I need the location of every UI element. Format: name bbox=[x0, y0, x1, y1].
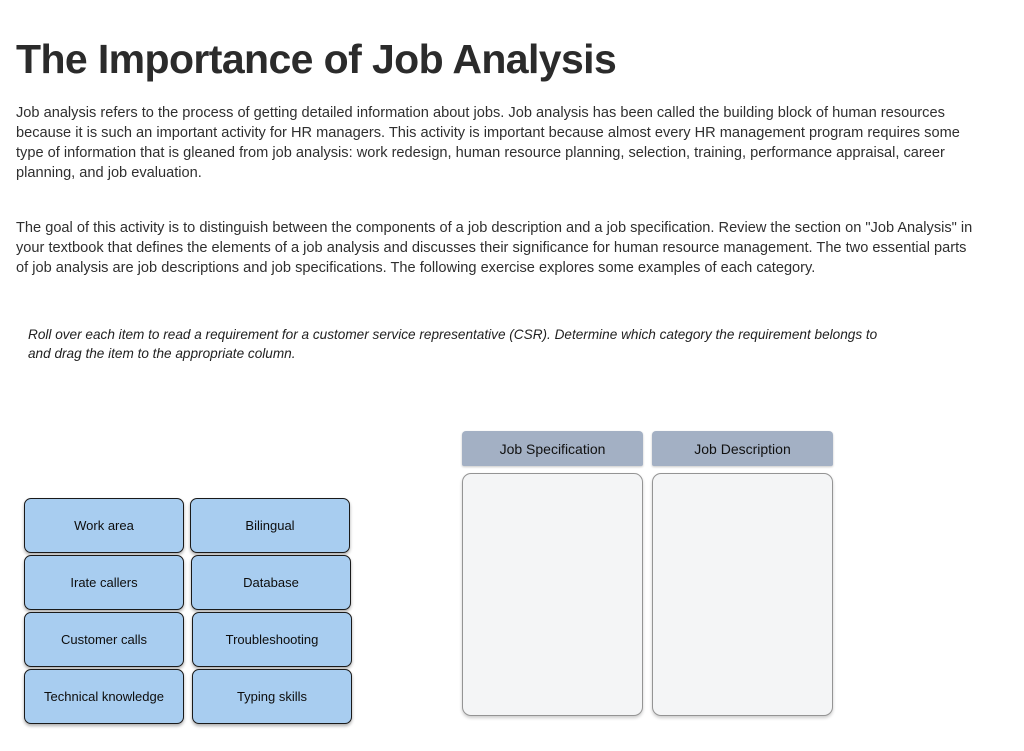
column-header-job-description: Job Description bbox=[652, 431, 833, 466]
tile-label: Troubleshooting bbox=[225, 632, 319, 647]
draggable-tile-technical-knowledge[interactable]: Technical knowledge bbox=[24, 669, 184, 724]
draggable-tile-troubleshooting[interactable]: Troubleshooting bbox=[192, 612, 352, 667]
draggable-tile-bilingual[interactable]: Bilingual bbox=[190, 498, 350, 553]
activity-instruction: Roll over each item to read a requiremen… bbox=[28, 326, 878, 362]
drop-column-job-description: Job Description bbox=[652, 431, 833, 716]
draggable-item-tray: Work area Bilingual Irate callers Databa… bbox=[24, 498, 364, 730]
intro-paragraph-one: Job analysis refers to the process of ge… bbox=[16, 104, 960, 182]
draggable-tile-customer-calls[interactable]: Customer calls bbox=[24, 612, 184, 667]
tile-label: Typing skills bbox=[236, 689, 308, 704]
column-header-job-specification: Job Specification bbox=[462, 431, 643, 466]
tile-label: Bilingual bbox=[245, 518, 295, 533]
tile-label: Work area bbox=[74, 518, 134, 533]
draggable-tile-typing-skills[interactable]: Typing skills bbox=[192, 669, 352, 724]
drop-columns-area: Job Specification Job Description bbox=[462, 431, 842, 731]
column-header-label: Job Description bbox=[694, 440, 791, 457]
intro-paragraph-two: The goal of this activity is to distingu… bbox=[16, 219, 973, 276]
draggable-tile-irate-callers[interactable]: Irate callers bbox=[24, 555, 184, 610]
page-title: The Importance of Job Analysis bbox=[16, 36, 617, 83]
draggable-tile-database[interactable]: Database bbox=[191, 555, 351, 610]
tile-label: Irate callers bbox=[70, 575, 138, 590]
dropzone-job-specification[interactable] bbox=[462, 473, 643, 716]
draggable-tile-work-area[interactable]: Work area bbox=[24, 498, 184, 553]
dropzone-job-description[interactable] bbox=[652, 473, 833, 716]
column-header-label: Job Specification bbox=[499, 440, 606, 457]
drop-column-job-specification: Job Specification bbox=[462, 431, 643, 716]
tile-label: Database bbox=[243, 575, 299, 590]
tile-label: Technical knowledge bbox=[44, 689, 164, 704]
tile-label: Customer calls bbox=[61, 632, 147, 647]
